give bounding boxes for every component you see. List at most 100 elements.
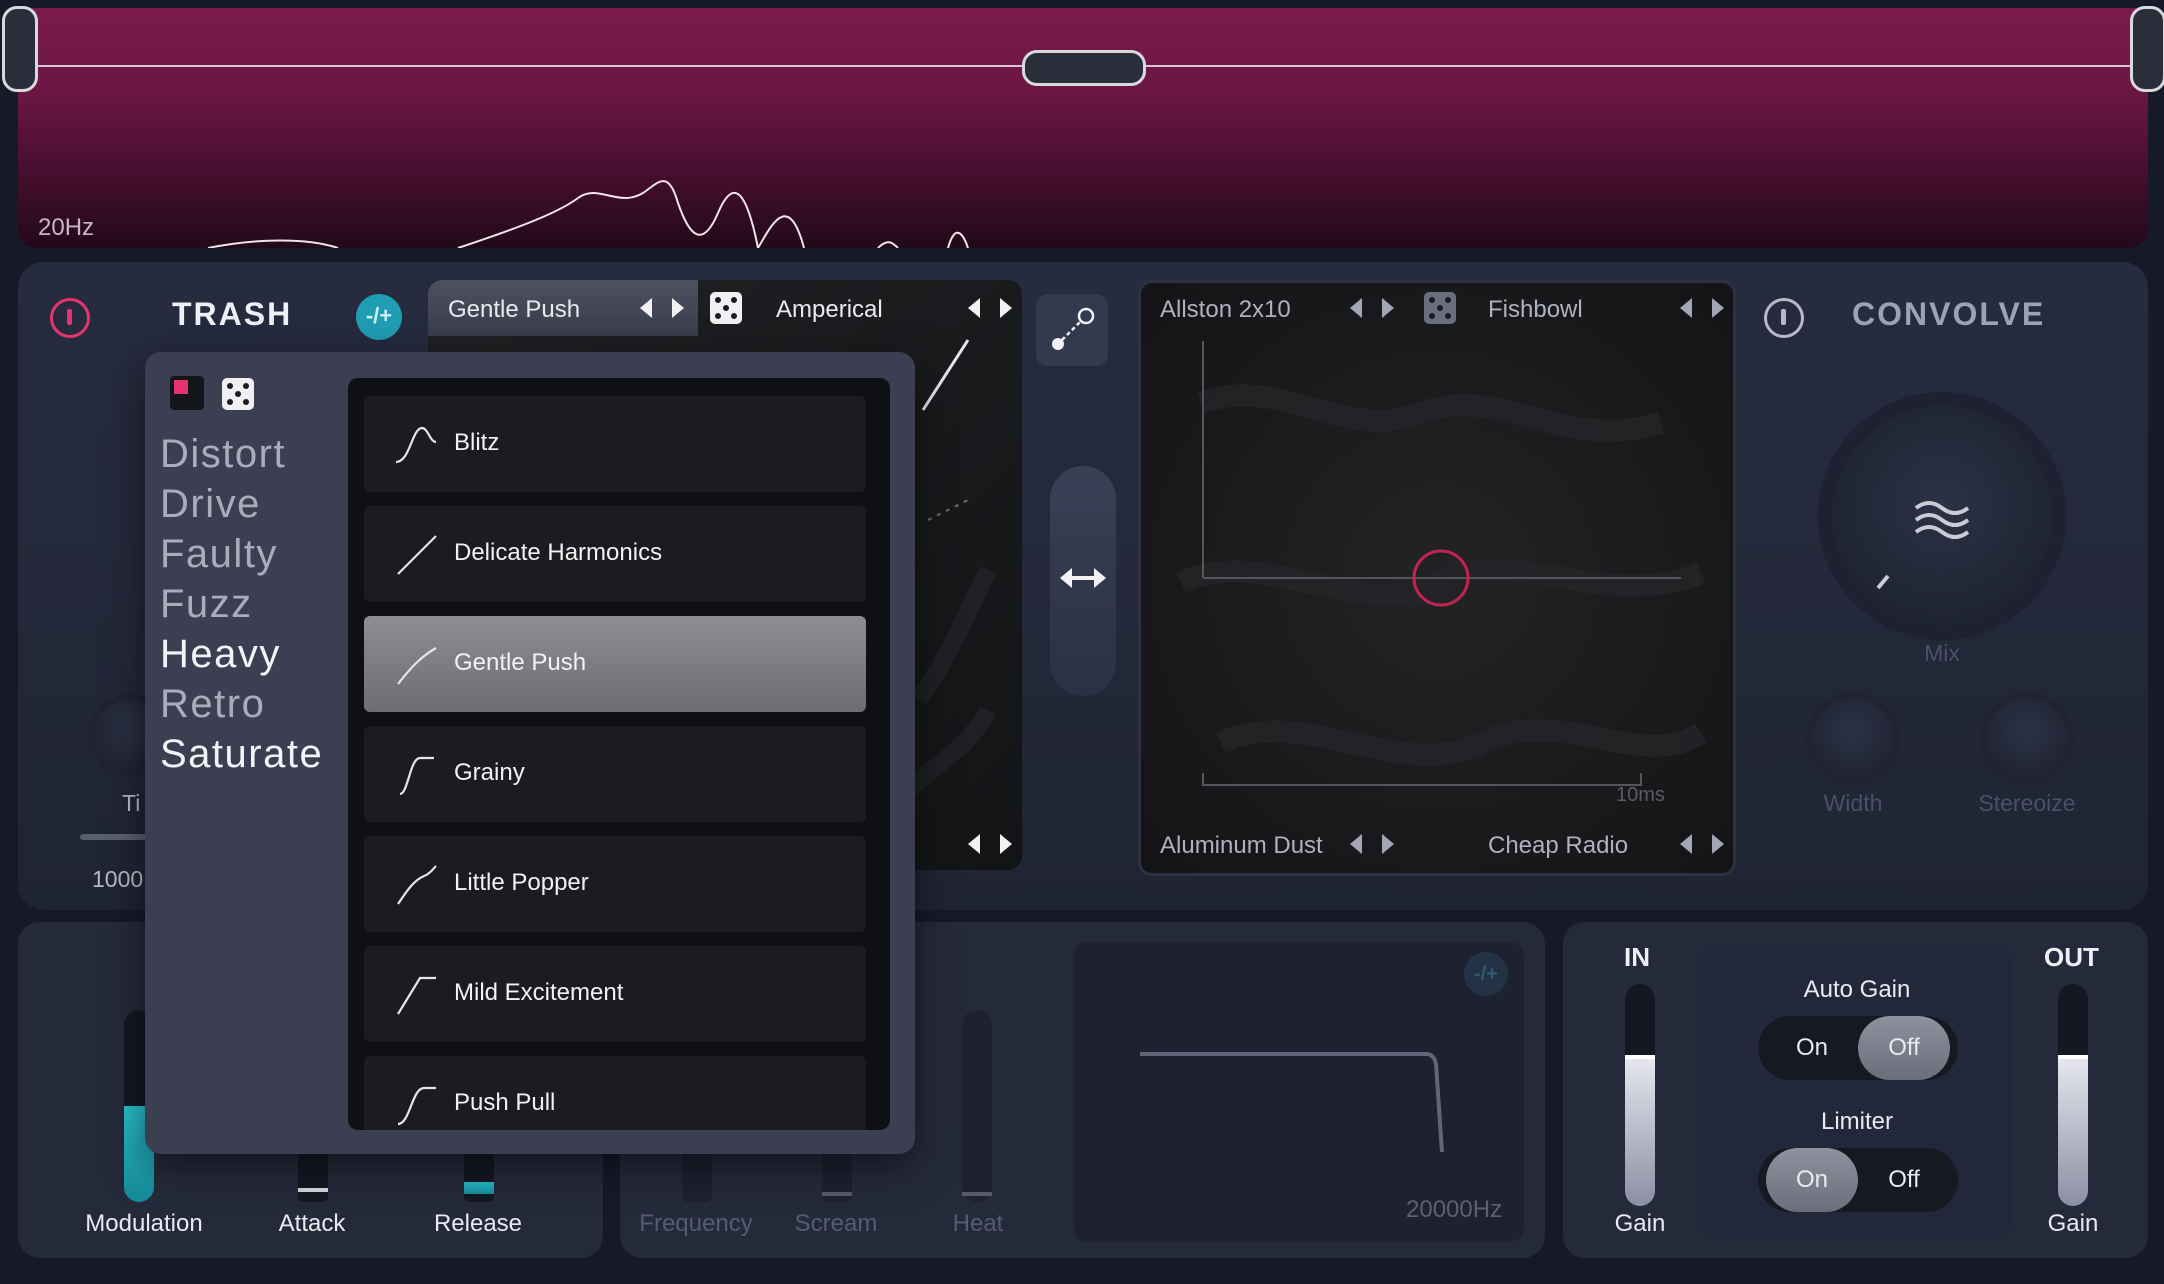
convolve-title: CONVOLVE: [1852, 296, 2046, 332]
input-gain-label: Gain: [1614, 1210, 1666, 1237]
output-gain-label: Gain: [2047, 1210, 2099, 1237]
style-item-fuzz[interactable]: Fuzz: [160, 582, 253, 627]
preset-label: Mild Excitement: [454, 979, 624, 1006]
preset-item[interactable]: Mild Excitement: [364, 946, 866, 1042]
ir-bottom-right-label: Cheap Radio: [1488, 832, 1629, 859]
preset-label: Blitz: [454, 429, 500, 456]
preset-item[interactable]: Grainy: [364, 726, 866, 822]
style-item-distort[interactable]: Distort: [160, 432, 286, 477]
swap-order-slider[interactable]: [1050, 466, 1116, 696]
convolve-randomize-dice-icon[interactable]: [1424, 292, 1456, 324]
spectrum-right-handle[interactable]: [2130, 6, 2164, 92]
link-button[interactable]: [1036, 294, 1108, 366]
output-gain-meter[interactable]: [2058, 984, 2088, 1206]
ir-top-right-next-chevron-right-icon[interactable]: [1712, 298, 1724, 318]
preset-label: Gentle Push: [454, 649, 587, 676]
limiter-on[interactable]: On: [1766, 1148, 1858, 1212]
attack-label: Attack: [278, 1210, 346, 1237]
convolve-stereoize-knob[interactable]: [1986, 698, 2068, 780]
release-fader[interactable]: [464, 1150, 494, 1202]
ir-top-right-prev-chevron-left-icon[interactable]: [1680, 298, 1692, 318]
link-icon: [1052, 307, 1095, 350]
preset-label: Delicate Harmonics: [454, 539, 663, 566]
preset-label: Push Pull: [454, 1089, 556, 1116]
style-item-saturate[interactable]: Saturate: [160, 732, 323, 777]
saturate-preset-name: Gentle Push: [448, 296, 581, 323]
dropdown-randomize-dice-icon[interactable]: [222, 378, 254, 410]
bottom-prev-chevron-left-icon[interactable]: [968, 834, 980, 854]
preset-item[interactable]: Gentle Push: [364, 616, 866, 712]
style-item-heavy[interactable]: Heavy: [160, 632, 281, 677]
style-item-faulty[interactable]: Faulty: [160, 532, 278, 577]
ir-top-left-prev-chevron-left-icon[interactable]: [1350, 298, 1362, 318]
attack-fader[interactable]: [298, 1150, 328, 1202]
convolve-stereoize-label: Stereoize: [1978, 790, 2076, 816]
curve-icon: [397, 647, 437, 685]
curve-icon: [396, 426, 437, 464]
ir-bottom-right-next-chevron-right-icon[interactable]: [1712, 834, 1724, 854]
ir-bottom-left-next-chevron-right-icon[interactable]: [1382, 834, 1394, 854]
preset-label: Little Popper: [454, 869, 589, 896]
limiter-toggle[interactable]: On Off: [1758, 1148, 1958, 1212]
saturate-algorithm-name: Amperical: [776, 296, 883, 323]
algorithm-prev-chevron-left-icon[interactable]: [968, 298, 980, 318]
filter-response-display[interactable]: -/+ 20000Hz: [1074, 942, 1524, 1242]
ir-bottom-right-prev-chevron-left-icon[interactable]: [1680, 834, 1692, 854]
preset-label: Grainy: [454, 759, 525, 786]
auto-gain-on[interactable]: On: [1766, 1016, 1858, 1080]
curve-icon: [397, 535, 437, 575]
input-gain-meter[interactable]: [1625, 984, 1655, 1206]
saturate-randomize-dice-icon[interactable]: [710, 292, 742, 324]
convolve-mix-knob[interactable]: [1832, 406, 2052, 626]
trash-partial-value: 1000: [92, 866, 144, 892]
frequency-label: Frequency: [639, 1210, 753, 1237]
auto-gain-toggle[interactable]: On Off: [1758, 1016, 1958, 1080]
style-item-drive[interactable]: Drive: [160, 482, 261, 527]
convolve-width-knob[interactable]: [1812, 698, 1894, 780]
heat-label: Heat: [952, 1210, 1004, 1237]
curve-icon: [399, 756, 434, 796]
limiter-label: Limiter: [1820, 1108, 1893, 1135]
bottom-next-chevron-right-icon[interactable]: [1000, 834, 1012, 854]
convolve-mix-label: Mix: [1924, 640, 1960, 666]
auto-gain-label: Auto Gain: [1803, 976, 1911, 1003]
spectrum-waveform: [207, 180, 969, 248]
heat-fader[interactable]: [962, 1010, 992, 1202]
trash-power-icon[interactable]: [50, 298, 90, 338]
auto-gain-off[interactable]: Off: [1858, 1016, 1950, 1080]
limiter-off[interactable]: Off: [1858, 1148, 1950, 1212]
filter-mix-toggle[interactable]: -/+: [1464, 952, 1508, 996]
ir-top-right-label: Fishbowl: [1488, 296, 1583, 323]
spectrum-display[interactable]: 20Hz: [18, 8, 2148, 248]
trash-mix-toggle[interactable]: -/+: [356, 294, 402, 340]
curve-icon: [397, 1086, 436, 1126]
frequency-fader[interactable]: [682, 1150, 712, 1202]
preset-prev-chevron-left-icon[interactable]: [640, 298, 652, 318]
style-item-retro[interactable]: Retro: [160, 682, 265, 727]
scream-fader[interactable]: [822, 1150, 852, 1202]
preset-next-chevron-right-icon[interactable]: [672, 298, 684, 318]
ir-bottom-left-prev-chevron-left-icon[interactable]: [1350, 834, 1362, 854]
spectrum-center-handle[interactable]: [1022, 50, 1146, 86]
filter-high-freq-label: 20000Hz: [1406, 1196, 1503, 1223]
curve-icon: [397, 865, 437, 905]
in-label: IN: [1624, 942, 1650, 972]
ir-top-left-label: Allston 2x10: [1160, 296, 1291, 323]
color-swatch-icon[interactable]: [170, 376, 204, 410]
preset-item[interactable]: Delicate Harmonics: [364, 506, 866, 602]
preset-item[interactable]: Blitz: [364, 396, 866, 492]
ir-time-label: 10ms: [1616, 784, 1665, 806]
ir-bottom-left-label: Aluminum Dust: [1160, 832, 1323, 859]
convolve-width-label: Width: [1823, 790, 1883, 816]
preset-item[interactable]: Little Popper: [364, 836, 866, 932]
trash-slider-track[interactable]: [80, 834, 150, 840]
preset-item[interactable]: Push Pull: [364, 1056, 866, 1130]
spectrum-left-handle[interactable]: [2, 6, 38, 92]
trash-title: TRASH: [172, 296, 293, 332]
out-label: OUT: [2044, 942, 2099, 972]
convolve-power-icon[interactable]: [1764, 298, 1804, 338]
algorithm-next-chevron-right-icon[interactable]: [1000, 298, 1012, 318]
trash-partial-label: Ti: [122, 790, 141, 816]
low-frequency-label: 20Hz: [38, 214, 95, 241]
ir-top-left-next-chevron-right-icon[interactable]: [1382, 298, 1394, 318]
